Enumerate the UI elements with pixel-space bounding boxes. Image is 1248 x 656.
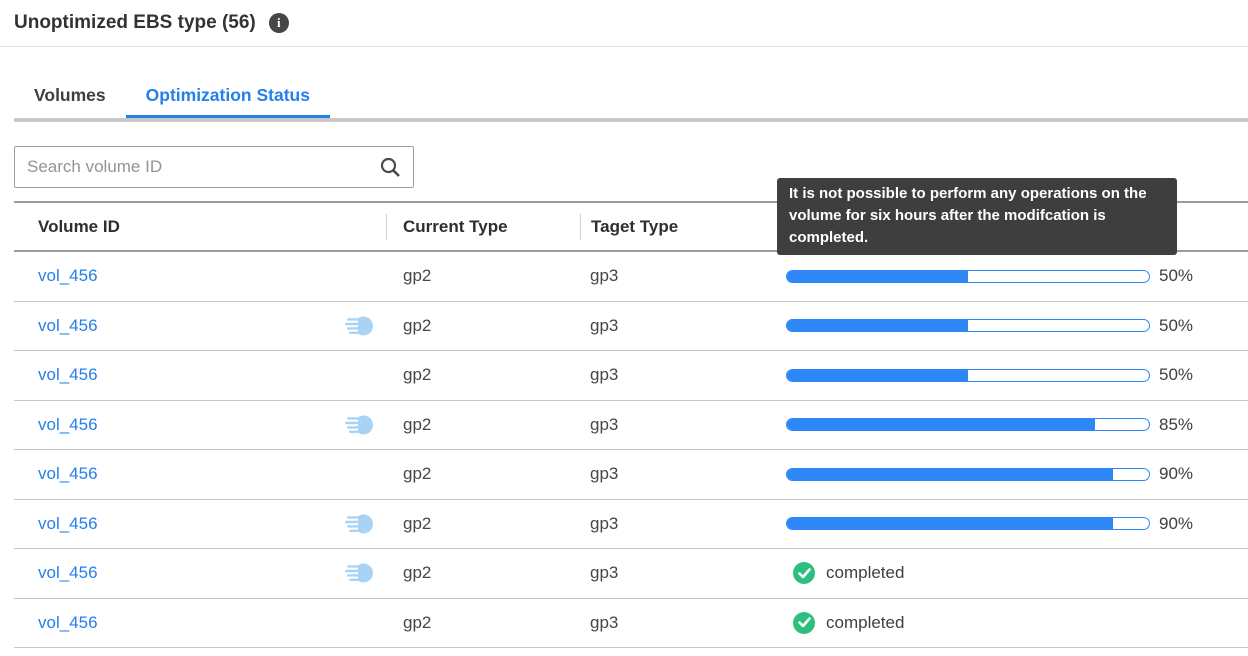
check-circle-icon bbox=[793, 562, 815, 584]
volume-id-cell: vol_456 bbox=[14, 264, 386, 288]
current-type-cell: gp2 bbox=[386, 613, 580, 633]
search-icon[interactable] bbox=[380, 157, 401, 178]
volume-id-link[interactable]: vol_456 bbox=[38, 365, 98, 385]
tab-volumes[interactable]: Volumes bbox=[14, 75, 126, 118]
progress-bar-fill bbox=[787, 370, 968, 381]
progress-bar bbox=[786, 369, 1150, 382]
volume-id-link[interactable]: vol_456 bbox=[38, 316, 98, 336]
progress-percent-label: 50% bbox=[1159, 316, 1193, 336]
modification-status-cell: completed bbox=[778, 612, 1248, 634]
progress-percent-label: 50% bbox=[1159, 266, 1193, 286]
check-circle-icon bbox=[793, 612, 815, 634]
progress-percent-label: 50% bbox=[1159, 365, 1193, 385]
table-row: vol_456 gp2 gp3 bbox=[14, 599, 1248, 649]
volume-id-link[interactable]: vol_456 bbox=[38, 415, 98, 435]
current-type-cell: gp2 bbox=[386, 316, 580, 336]
table-row: vol_456 gp2 gp3 90% bbox=[14, 500, 1248, 550]
fast-snapshot-restore-icon bbox=[344, 314, 374, 338]
volume-id-cell: vol_456 bbox=[14, 413, 386, 437]
progress-bar bbox=[786, 319, 1150, 332]
volume-id-link[interactable]: vol_456 bbox=[38, 514, 98, 534]
modification-status-cell: completed bbox=[778, 562, 1248, 584]
page-title: Unoptimized EBS type (56) bbox=[14, 12, 256, 34]
completed-status: completed bbox=[786, 612, 904, 634]
modification-status-cell: 90% bbox=[778, 514, 1248, 534]
progress-bar bbox=[786, 468, 1150, 481]
col-header-current-type: Current Type bbox=[386, 214, 580, 240]
modification-status-tooltip: It is not possible to perform any operat… bbox=[777, 178, 1177, 255]
search-input[interactable] bbox=[27, 157, 380, 177]
modification-status-cell: 85% bbox=[778, 415, 1248, 435]
table-row: vol_456 gp2 gp3 50% bbox=[14, 252, 1248, 302]
table-row: vol_456 gp2 gp3 50% bbox=[14, 302, 1248, 352]
volume-id-cell: vol_456 bbox=[14, 512, 386, 536]
progress-bar bbox=[786, 270, 1150, 283]
current-type-cell: gp2 bbox=[386, 365, 580, 385]
col-header-volume-id: Volume ID bbox=[14, 214, 386, 240]
target-type-cell: gp3 bbox=[580, 415, 778, 435]
completed-label: completed bbox=[826, 563, 904, 583]
progress-percent-label: 90% bbox=[1159, 514, 1193, 534]
volume-id-cell: vol_456 bbox=[14, 363, 386, 387]
target-type-cell: gp3 bbox=[580, 563, 778, 583]
completed-label: completed bbox=[826, 613, 904, 633]
current-type-cell: gp2 bbox=[386, 266, 580, 286]
table-row: vol_456 gp2 gp3 bbox=[14, 549, 1248, 599]
col-header-target-type: Taget Type bbox=[580, 214, 778, 240]
current-type-cell: gp2 bbox=[386, 514, 580, 534]
table-row: vol_456 gp2 gp3 90% bbox=[14, 450, 1248, 500]
fast-snapshot-restore-icon bbox=[344, 512, 374, 536]
progress-bar bbox=[786, 517, 1150, 530]
fast-snapshot-restore-icon bbox=[344, 413, 374, 437]
target-type-cell: gp3 bbox=[580, 613, 778, 633]
volume-id-link[interactable]: vol_456 bbox=[38, 563, 98, 583]
progress-bar-fill bbox=[787, 271, 968, 282]
volume-id-cell: vol_456 bbox=[14, 611, 386, 635]
page-header: Unoptimized EBS type (56) i bbox=[0, 0, 1248, 47]
progress-bar bbox=[786, 418, 1150, 431]
title-info-icon[interactable]: i bbox=[269, 13, 289, 33]
tabs-divider bbox=[14, 118, 1248, 122]
tabs-row: Volumes Optimization Status bbox=[0, 75, 1248, 122]
table-row: vol_456 gp2 gp3 50% bbox=[14, 351, 1248, 401]
progress-percent-label: 90% bbox=[1159, 464, 1193, 484]
progress-bar-fill bbox=[787, 518, 1113, 529]
modification-status-cell: 50% bbox=[778, 266, 1248, 286]
target-type-cell: gp3 bbox=[580, 365, 778, 385]
volume-id-link[interactable]: vol_456 bbox=[38, 613, 98, 633]
target-type-cell: gp3 bbox=[580, 266, 778, 286]
target-type-cell: gp3 bbox=[580, 316, 778, 336]
volume-id-link[interactable]: vol_456 bbox=[38, 464, 98, 484]
volumes-table: Volume ID Current Type Taget Type Modifi… bbox=[14, 201, 1248, 648]
modification-status-cell: 50% bbox=[778, 365, 1248, 385]
current-type-cell: gp2 bbox=[386, 464, 580, 484]
tab-optimization-status[interactable]: Optimization Status bbox=[126, 75, 330, 118]
modification-status-cell: 90% bbox=[778, 464, 1248, 484]
target-type-cell: gp3 bbox=[580, 464, 778, 484]
modification-status-cell: 50% bbox=[778, 316, 1248, 336]
progress-percent-label: 85% bbox=[1159, 415, 1193, 435]
table-row: vol_456 gp2 gp3 85% bbox=[14, 401, 1248, 451]
fast-snapshot-restore-icon bbox=[344, 561, 374, 585]
volume-id-cell: vol_456 bbox=[14, 561, 386, 585]
table-body: vol_456 gp2 gp3 50% vol_456 bbox=[14, 252, 1248, 648]
volume-id-cell: vol_456 bbox=[14, 314, 386, 338]
current-type-cell: gp2 bbox=[386, 563, 580, 583]
search-box[interactable] bbox=[14, 146, 414, 188]
current-type-cell: gp2 bbox=[386, 415, 580, 435]
volume-id-cell: vol_456 bbox=[14, 462, 386, 486]
target-type-cell: gp3 bbox=[580, 514, 778, 534]
progress-bar-fill bbox=[787, 469, 1113, 480]
completed-status: completed bbox=[786, 562, 904, 584]
progress-bar-fill bbox=[787, 320, 968, 331]
volume-id-link[interactable]: vol_456 bbox=[38, 266, 98, 286]
progress-bar-fill bbox=[787, 419, 1095, 430]
